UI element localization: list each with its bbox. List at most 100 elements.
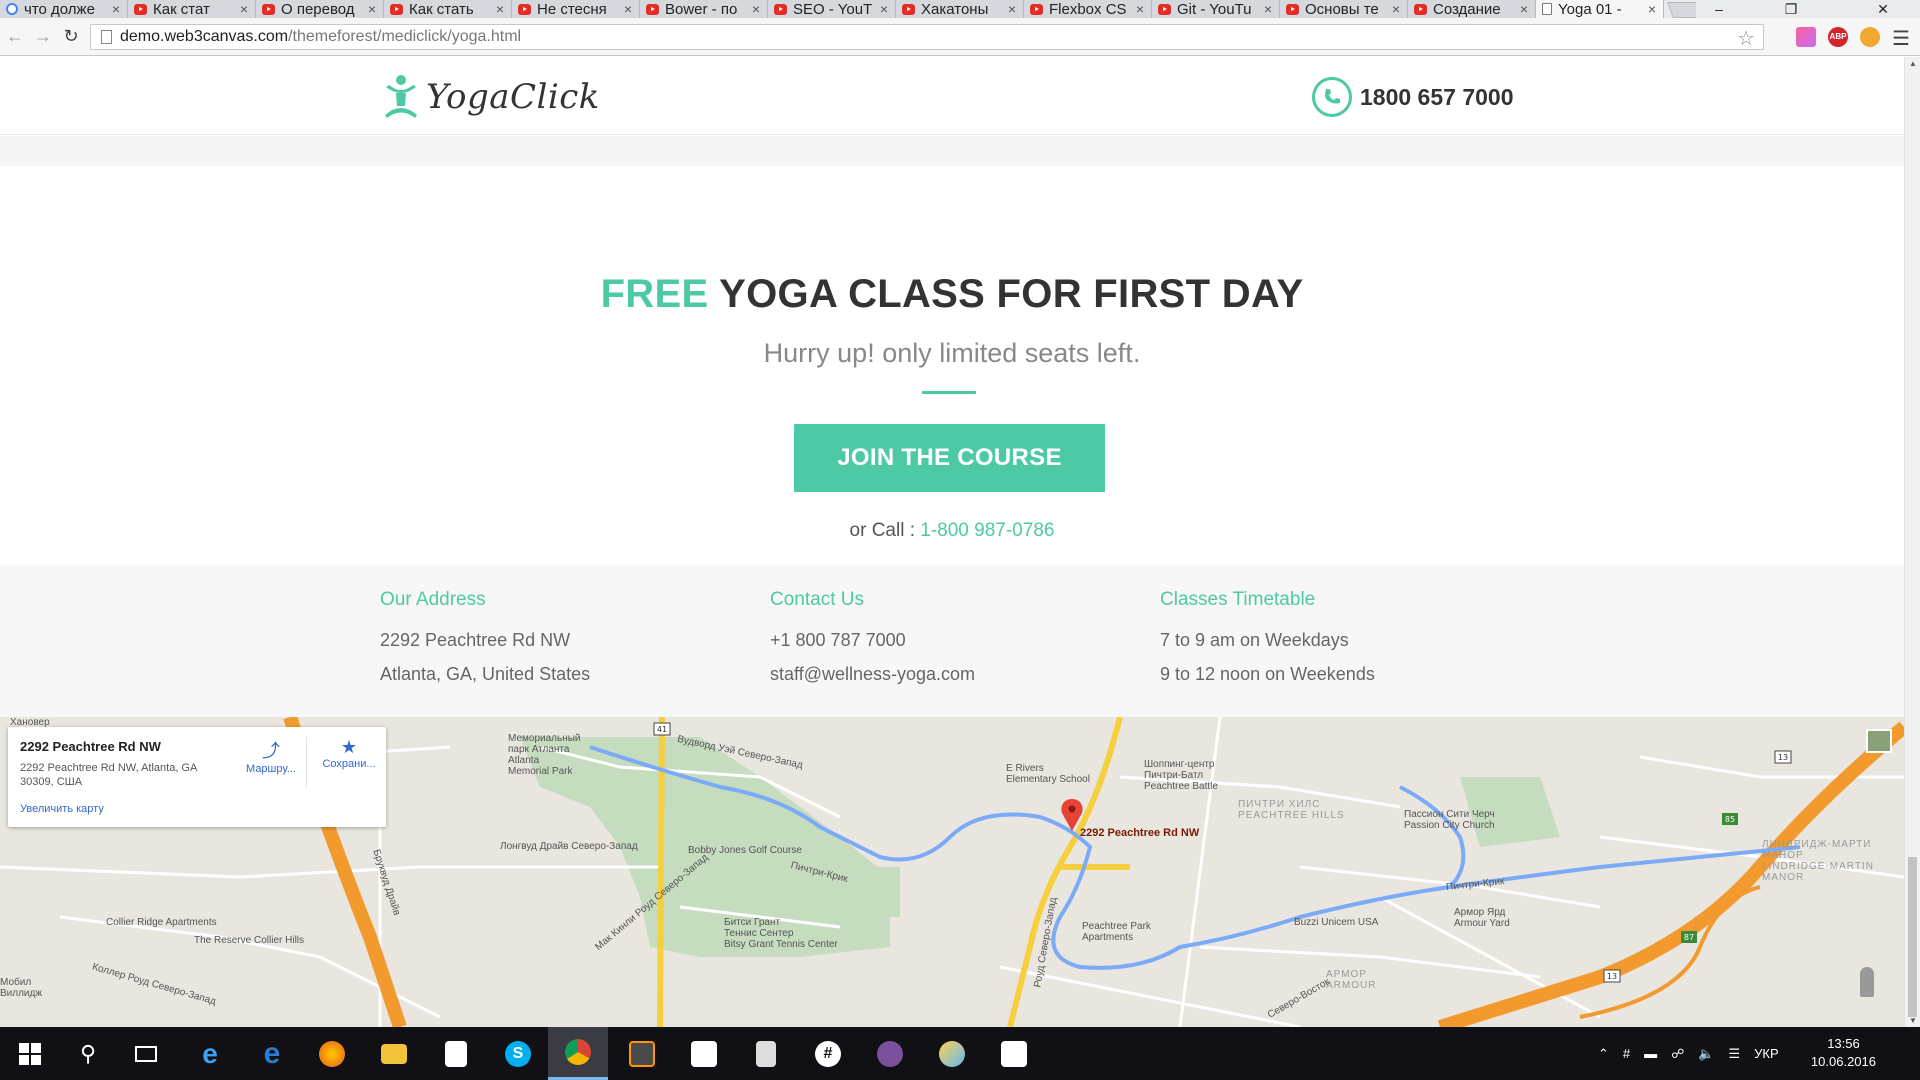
page-scrollbar[interactable]: ▲ ▼ — [1904, 57, 1920, 1027]
google-map[interactable]: 41 13 85 87 13 Мемориальный парк Атланта A… — [0, 717, 1904, 1027]
paint-icon[interactable] — [922, 1027, 982, 1080]
file-explorer-icon[interactable] — [364, 1027, 424, 1080]
sublime-text-icon[interactable] — [612, 1027, 672, 1080]
site-logo[interactable]: YogaClick — [382, 73, 600, 121]
firefox-icon[interactable] — [302, 1027, 362, 1080]
tab-close-icon[interactable]: × — [1005, 1, 1019, 17]
tab-close-icon[interactable]: × — [1517, 1, 1531, 17]
calculator-icon[interactable] — [736, 1027, 796, 1080]
reload-button[interactable]: ↻ — [60, 26, 82, 47]
map-label: ЛИНДРИДЖ-МАРТИ МАНОР LINDRIDGE-MARTIN MANOR — [1762, 839, 1874, 883]
tab-title: Git - YouTu — [1177, 0, 1252, 18]
photos-icon[interactable] — [984, 1027, 1044, 1080]
viber-icon[interactable] — [860, 1027, 920, 1080]
battery-icon[interactable]: ▬ — [1644, 1046, 1657, 1061]
join-course-button[interactable]: JOIN THE COURSE — [794, 424, 1105, 492]
browser-tab[interactable]: Как стат × — [128, 0, 256, 18]
extension-flower-icon[interactable] — [1860, 27, 1880, 47]
contact-phone[interactable]: +1 800 787 7000 — [770, 623, 975, 657]
map-save-button[interactable]: ★ Сохрани... — [314, 737, 384, 770]
tab-close-icon[interactable]: × — [493, 1, 507, 17]
taskbar-clock[interactable]: 13:56 10.06.2016 — [1811, 1035, 1876, 1071]
extension-icon[interactable] — [1796, 27, 1816, 47]
browser-tab[interactable]: Как стать × — [384, 0, 512, 18]
adblock-plus-icon[interactable]: ABP — [1828, 27, 1848, 47]
action-center-icon[interactable]: ☰ — [1729, 1046, 1741, 1062]
pegman-icon[interactable] — [1860, 967, 1874, 997]
youtube-icon — [646, 3, 659, 15]
windows-taskbar: ⚲ e e S # ⌃ # ▬ ☍ 🔈 ☰ УКР 13:56 10.06.20… — [0, 1027, 1920, 1080]
bookmark-star-icon[interactable]: ☆ — [1737, 26, 1755, 51]
slack-icon[interactable]: # — [798, 1027, 858, 1080]
svg-text:41: 41 — [657, 725, 667, 734]
contact-column: Contact Us +1 800 787 7000 staff@wellnes… — [770, 589, 975, 691]
forward-button[interactable]: → — [32, 26, 54, 47]
clock-time: 13:56 — [1827, 1036, 1860, 1051]
tab-close-icon[interactable]: × — [749, 1, 763, 17]
tab-close-icon[interactable]: × — [365, 1, 379, 17]
minimize-button[interactable]: – — [1696, 0, 1742, 18]
tab-title: Основы те — [1305, 0, 1379, 18]
cta-divider — [922, 391, 976, 394]
phone-icon — [1312, 77, 1352, 117]
edge-icon[interactable]: e — [242, 1027, 302, 1080]
store-icon[interactable] — [426, 1027, 486, 1080]
network-icon[interactable]: ☍ — [1671, 1046, 1684, 1062]
tab-close-icon[interactable]: × — [621, 1, 635, 17]
chrome-taskbar-icon[interactable] — [548, 1027, 608, 1080]
browser-tab[interactable]: Основы те × — [1280, 0, 1408, 18]
tab-close-icon[interactable]: × — [1645, 1, 1659, 17]
browser-tab[interactable]: Flexbox CS × — [1024, 0, 1152, 18]
address-bar[interactable]: demo.web3canvas.com/themeforest/mediclic… — [90, 24, 1764, 50]
tab-close-icon[interactable]: × — [877, 1, 891, 17]
contact-email[interactable]: staff@wellness-yoga.com — [770, 657, 975, 691]
call-prefix: or Call : — [849, 520, 921, 541]
map-zoom-link[interactable]: Увеличить карту — [20, 803, 104, 815]
skype-icon[interactable]: S — [488, 1027, 548, 1080]
youtube-icon — [902, 3, 915, 15]
network-share-icon[interactable]: # — [1623, 1046, 1630, 1061]
browser-tab[interactable]: Bower - по × — [640, 0, 768, 18]
chrome-menu-icon[interactable]: ☰ — [1892, 26, 1910, 51]
page-icon — [101, 30, 112, 44]
map-directions-button[interactable]: ⤴ Маршру... — [236, 737, 306, 775]
tab-close-icon[interactable]: × — [109, 1, 123, 17]
snipping-tool-icon[interactable] — [674, 1027, 734, 1080]
browser-tab[interactable]: SEO - YouT × — [768, 0, 896, 18]
internet-explorer-icon[interactable]: e — [180, 1027, 240, 1080]
cta-subtitle: Hurry up! only limited seats left. — [763, 338, 1141, 368]
browser-tab[interactable]: Git - YouTu × — [1152, 0, 1280, 18]
scroll-down-arrow[interactable]: ▼ — [1905, 1016, 1920, 1025]
tab-close-icon[interactable]: × — [1261, 1, 1275, 17]
call-number-link[interactable]: 1-800 987-0786 — [920, 520, 1054, 541]
volume-icon[interactable]: 🔈 — [1698, 1046, 1714, 1062]
street-view-thumbnail[interactable] — [1866, 729, 1892, 753]
browser-tab[interactable]: Хакатоны × — [896, 0, 1024, 18]
scroll-up-arrow[interactable]: ▲ — [1905, 59, 1920, 68]
yoga-figure-icon — [382, 73, 420, 121]
show-hidden-icons-icon[interactable]: ⌃ — [1598, 1046, 1609, 1062]
scrollbar-thumb[interactable] — [1908, 857, 1917, 1017]
browser-tab[interactable]: Yoga 01 - × — [1536, 0, 1664, 18]
header-phone[interactable]: 1800 657 7000 — [1312, 77, 1514, 117]
search-icon[interactable]: ⚲ — [58, 1027, 118, 1080]
page-icon — [1542, 3, 1552, 15]
browser-tab[interactable]: Создание × — [1408, 0, 1536, 18]
back-button[interactable]: ← — [4, 26, 26, 47]
map-pin-label[interactable]: 2292 Peachtree Rd NW — [1080, 827, 1199, 839]
tab-title: Не стесня — [537, 0, 607, 18]
input-language[interactable]: УКР — [1754, 1046, 1779, 1061]
browser-tab[interactable]: что долже × — [0, 0, 128, 18]
browser-tab[interactable]: О перевод × — [256, 0, 384, 18]
task-view-icon[interactable] — [116, 1027, 176, 1080]
map-card-title: 2292 Peachtree Rd NW — [20, 739, 161, 754]
tab-close-icon[interactable]: × — [1133, 1, 1147, 17]
map-label: Армор Ярд Armour Yard — [1454, 907, 1510, 929]
map-label: Peachtree Park Apartments — [1082, 921, 1151, 943]
restore-button[interactable]: ❐ — [1768, 0, 1814, 18]
tab-close-icon[interactable]: × — [1389, 1, 1403, 17]
tab-close-icon[interactable]: × — [237, 1, 251, 17]
close-window-button[interactable]: ✕ — [1860, 0, 1906, 18]
start-button[interactable] — [0, 1027, 60, 1080]
browser-tab[interactable]: Не стесня × — [512, 0, 640, 18]
